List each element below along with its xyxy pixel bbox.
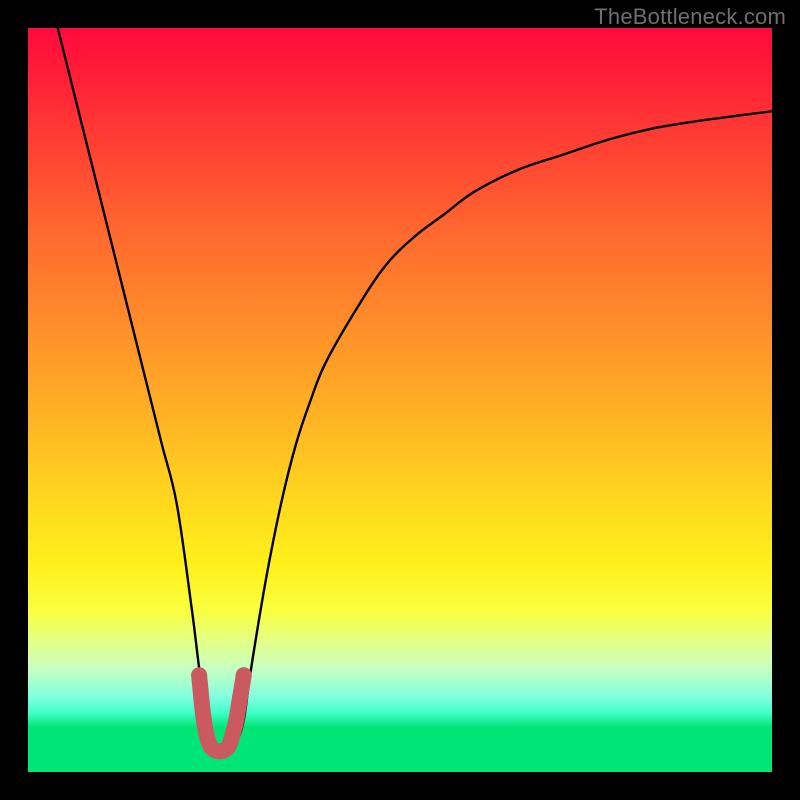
optimal-region-marker-cap	[191, 667, 207, 683]
optimal-region-marker	[191, 667, 252, 751]
chart-svg	[28, 28, 772, 772]
watermark-text: TheBottleneck.com	[594, 4, 786, 30]
plot-area	[28, 28, 772, 772]
optimal-region-marker-path	[199, 675, 244, 751]
outer-frame: TheBottleneck.com	[0, 0, 800, 800]
bottleneck-curve	[58, 28, 772, 751]
bottleneck-curve-path	[58, 28, 772, 751]
optimal-region-marker-cap	[236, 667, 252, 683]
